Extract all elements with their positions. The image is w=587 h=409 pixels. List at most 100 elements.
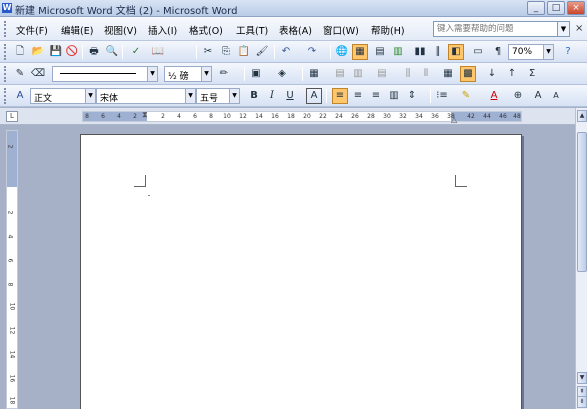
draw-table-icon[interactable]: ✎ bbox=[12, 66, 28, 82]
font-size-dropdown-icon[interactable]: ▼ bbox=[230, 88, 240, 104]
tables-borders-icon[interactable]: ▦ bbox=[352, 44, 368, 60]
toolbar-separator bbox=[330, 45, 331, 59]
menu-window[interactable]: 窗口(W) bbox=[323, 23, 359, 37]
print-preview-icon[interactable]: 🔍 bbox=[104, 44, 120, 60]
open-folder-icon[interactable]: 📂 bbox=[30, 44, 46, 60]
font-color-button[interactable]: A bbox=[486, 88, 502, 104]
vertical-scrollbar[interactable]: ▲ ▼ ⇞ ⇟ bbox=[575, 108, 587, 409]
autosum-icon[interactable]: Σ bbox=[524, 66, 540, 82]
char-border-button[interactable]: A bbox=[306, 88, 322, 104]
menu-table[interactable]: 表格(A) bbox=[279, 23, 312, 37]
insert-excel-icon[interactable]: ▥ bbox=[390, 44, 406, 60]
sort-desc-icon[interactable]: ↑ bbox=[504, 66, 520, 82]
redo-icon[interactable]: ↷ bbox=[304, 44, 320, 60]
phonetic-icon[interactable]: ⊕ bbox=[510, 88, 526, 104]
maximize-button[interactable]: □ bbox=[547, 1, 565, 15]
insert-table-icon[interactable]: ▦ bbox=[306, 66, 322, 82]
hyperlink-icon[interactable]: 🌐 bbox=[334, 44, 350, 60]
help-question-input[interactable] bbox=[433, 21, 558, 37]
grow-font-button[interactable]: A bbox=[530, 88, 546, 104]
menu-tools[interactable]: 工具(T) bbox=[236, 23, 268, 37]
italic-button[interactable]: I bbox=[264, 88, 280, 104]
toolbar-grip[interactable] bbox=[4, 88, 7, 104]
zoom-select[interactable]: 70% bbox=[508, 44, 544, 60]
toolbar-separator bbox=[122, 45, 123, 59]
show-hide-icon[interactable]: ¶ bbox=[490, 44, 506, 60]
minimize-button[interactable]: _ bbox=[527, 1, 545, 15]
read-icon[interactable]: ▭ bbox=[470, 44, 486, 60]
align-center-icon[interactable]: ≡ bbox=[350, 88, 366, 104]
outside-border-icon[interactable]: ▣ bbox=[248, 66, 264, 82]
permission-icon[interactable]: 🚫 bbox=[64, 44, 80, 60]
insert-table-icon[interactable]: ▤ bbox=[372, 44, 388, 60]
menu-insert[interactable]: 插入(I) bbox=[148, 23, 177, 37]
line-style-dropdown-icon[interactable]: ▼ bbox=[148, 66, 158, 82]
tab-selector[interactable]: L bbox=[6, 111, 18, 122]
help-icon[interactable]: ? bbox=[560, 44, 576, 60]
merge-cells-icon[interactable]: ▤ bbox=[332, 66, 348, 82]
eraser-icon[interactable]: ⌫ bbox=[30, 66, 46, 82]
styles-pane-icon[interactable]: A bbox=[12, 88, 28, 104]
toolbar-grip[interactable] bbox=[4, 44, 7, 60]
word-app-icon[interactable]: W bbox=[2, 3, 12, 13]
new-doc-icon[interactable]: 🗋 bbox=[12, 44, 28, 60]
undo-icon[interactable]: ↶ bbox=[278, 44, 294, 60]
font-dropdown-icon[interactable]: ▼ bbox=[186, 88, 196, 104]
document-page[interactable] bbox=[80, 134, 522, 409]
numbering-icon[interactable]: ⁝≡ bbox=[434, 88, 450, 104]
align-icon[interactable]: ▤ bbox=[374, 66, 390, 82]
scroll-up-button[interactable]: ▲ bbox=[577, 110, 587, 122]
highlight-icon[interactable]: ✎ bbox=[458, 88, 474, 104]
left-indent-marker[interactable]: ⧗ bbox=[142, 110, 150, 124]
line-style-select[interactable] bbox=[52, 66, 148, 82]
style-dropdown-icon[interactable]: ▼ bbox=[86, 88, 96, 104]
shading-icon[interactable]: ◈ bbox=[274, 66, 290, 82]
split-cells-icon[interactable]: ▥ bbox=[350, 66, 366, 82]
line-weight-dropdown-icon[interactable]: ▼ bbox=[202, 66, 212, 82]
shrink-font-button[interactable]: A bbox=[548, 88, 564, 104]
style-select[interactable]: 正文 bbox=[30, 88, 86, 104]
format-painter-icon[interactable]: 🖌 bbox=[254, 44, 270, 60]
menu-format[interactable]: 格式(O) bbox=[189, 23, 223, 37]
drawing-icon[interactable]: ∥ bbox=[430, 44, 446, 60]
columns-icon[interactable]: ▮▮ bbox=[412, 44, 428, 60]
research-icon[interactable]: 📖 bbox=[150, 44, 166, 60]
align-right-icon[interactable]: ≡ bbox=[368, 88, 384, 104]
scroll-down-button[interactable]: ▼ bbox=[577, 372, 587, 384]
table-autoformat-icon[interactable]: ▩ bbox=[460, 66, 476, 82]
cut-icon[interactable]: ✂ bbox=[200, 44, 216, 60]
menu-view[interactable]: 视图(V) bbox=[104, 23, 137, 37]
font-size-select[interactable]: 五号 bbox=[196, 88, 230, 104]
align-justify-icon[interactable]: ≡ bbox=[332, 88, 348, 104]
distributed-icon[interactable]: ▥ bbox=[386, 88, 402, 104]
menu-edit[interactable]: 编辑(E) bbox=[61, 23, 93, 37]
toolbar-grip[interactable] bbox=[4, 66, 7, 82]
scroll-thumb[interactable] bbox=[577, 132, 587, 272]
menu-file[interactable]: 文件(F) bbox=[16, 23, 48, 37]
paste-icon[interactable]: 📋 bbox=[236, 44, 252, 60]
line-weight-select[interactable]: ½ 磅 bbox=[164, 66, 202, 82]
zoom-dropdown-icon[interactable]: ▼ bbox=[544, 44, 554, 60]
sort-asc-icon[interactable]: ↓ bbox=[484, 66, 500, 82]
next-page-button[interactable]: ⇟ bbox=[577, 396, 587, 408]
distribute-cols-icon[interactable]: ⫴ bbox=[418, 66, 434, 82]
underline-button[interactable]: U bbox=[282, 88, 298, 104]
right-indent-marker[interactable]: △ bbox=[451, 115, 457, 124]
spelling-icon[interactable]: ✓ bbox=[128, 44, 144, 60]
copy-icon[interactable]: ⎘ bbox=[218, 44, 234, 60]
close-button[interactable]: × bbox=[567, 1, 585, 15]
font-select[interactable]: 宋体 bbox=[96, 88, 186, 104]
save-icon[interactable]: 💾 bbox=[48, 44, 64, 60]
menubar-grip[interactable] bbox=[4, 21, 7, 37]
menu-help[interactable]: 帮助(H) bbox=[371, 23, 405, 37]
help-dropdown-icon[interactable]: ▼ bbox=[558, 21, 570, 37]
print-icon[interactable]: 🖶 bbox=[86, 44, 102, 60]
distribute-rows-icon[interactable]: ⫼ bbox=[400, 66, 416, 82]
document-map-icon[interactable]: ◧ bbox=[448, 44, 464, 60]
border-color-icon[interactable]: ✏ bbox=[216, 66, 232, 82]
document-close-icon[interactable]: × bbox=[575, 23, 583, 34]
line-spacing-icon[interactable]: ⇕ bbox=[404, 88, 420, 104]
autoformat-icon[interactable]: ▦ bbox=[440, 66, 456, 82]
bold-button[interactable]: B bbox=[246, 88, 262, 104]
vertical-ruler[interactable]: 2 2 4 6 8 10 12 14 16 18 bbox=[6, 130, 18, 409]
